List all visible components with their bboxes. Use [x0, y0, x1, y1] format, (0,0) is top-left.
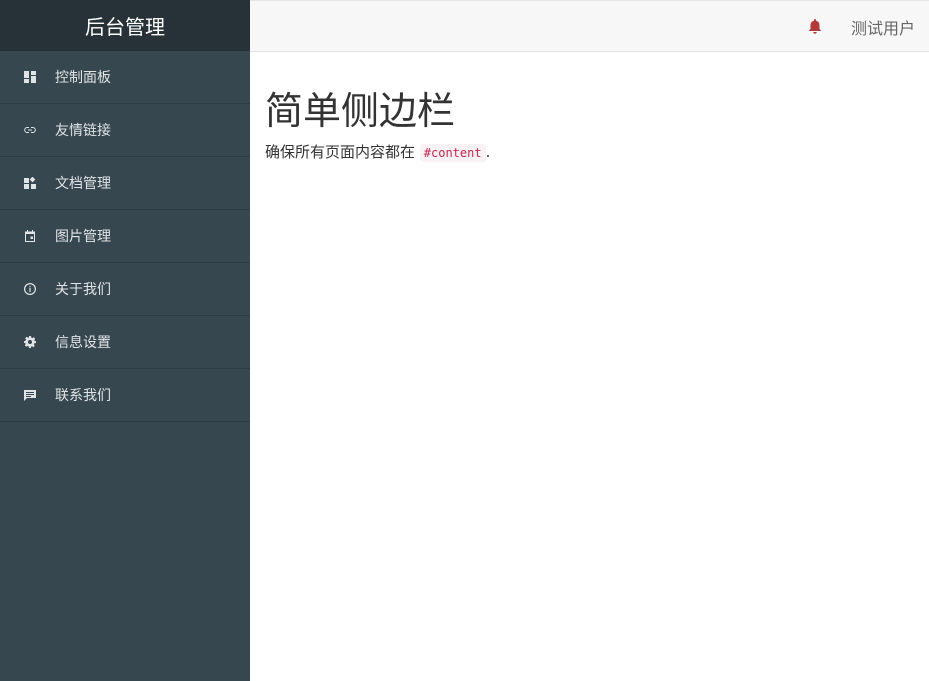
- sidebar-item-label: 友情链接: [55, 123, 111, 139]
- sidebar-item-documents[interactable]: 文档管理: [0, 157, 250, 210]
- sidebar-item-label: 控制面板: [55, 70, 111, 86]
- sidebar-item-label: 关于我们: [55, 282, 111, 298]
- bell-icon[interactable]: [808, 19, 822, 34]
- sidebar-item-about[interactable]: 关于我们: [0, 263, 250, 316]
- dashboard-icon: [24, 71, 36, 83]
- calendar-icon: [24, 230, 36, 242]
- sidebar-item-dashboard[interactable]: 控制面板: [0, 51, 250, 104]
- chat-icon: [24, 389, 36, 401]
- description-text-after: .: [485, 143, 491, 161]
- sidebar-item-settings[interactable]: 信息设置: [0, 316, 250, 369]
- gear-icon: [24, 336, 36, 348]
- description-text-before: 确保所有页面内容都在: [265, 143, 420, 161]
- page-description: 确保所有页面内容都在 #content.: [265, 142, 915, 163]
- sidebar: 后台管理 控制面板 友情链接 文档管理 图片管理 关于我们 信息设置 联系我们: [0, 0, 250, 681]
- sidebar-item-label: 文档管理: [55, 176, 111, 192]
- user-menu[interactable]: 测试用户: [851, 1, 915, 52]
- sidebar-item-label: 图片管理: [55, 229, 111, 245]
- sidebar-menu: 控制面板 友情链接 文档管理 图片管理 关于我们 信息设置 联系我们: [0, 51, 250, 422]
- sidebar-item-label: 联系我们: [55, 388, 111, 404]
- sidebar-item-images[interactable]: 图片管理: [0, 210, 250, 263]
- info-icon: [24, 283, 36, 295]
- sidebar-item-links[interactable]: 友情链接: [0, 104, 250, 157]
- brand-title[interactable]: 后台管理: [0, 0, 250, 51]
- content: 简单侧边栏 确保所有页面内容都在 #content.: [265, 88, 915, 163]
- sidebar-item-contact[interactable]: 联系我们: [0, 369, 250, 422]
- top-navbar: 测试用户: [250, 0, 929, 52]
- content-code: #content: [419, 144, 486, 162]
- link-icon: [24, 124, 36, 136]
- sidebar-item-label: 信息设置: [55, 335, 111, 351]
- page-title: 简单侧边栏: [265, 89, 456, 133]
- document-icon: [24, 177, 36, 189]
